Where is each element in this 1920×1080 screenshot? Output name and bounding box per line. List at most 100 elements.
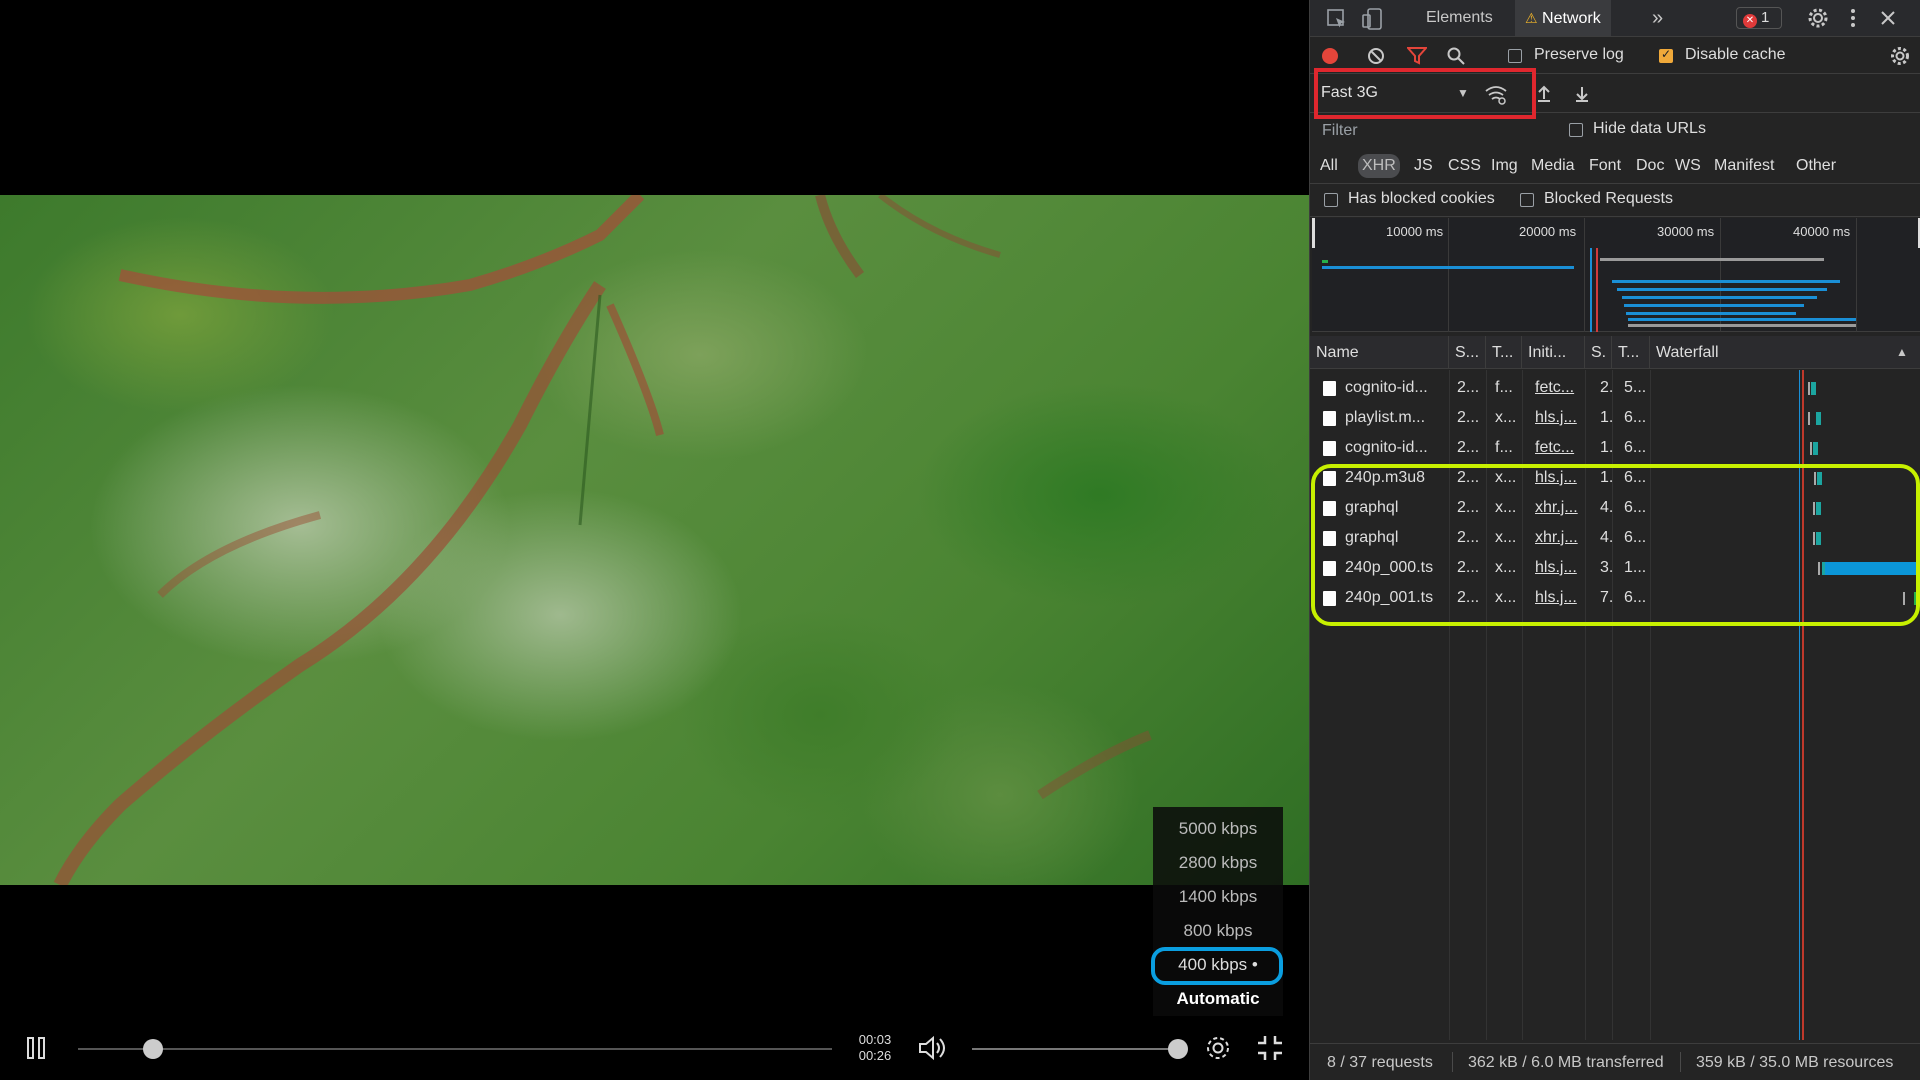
overview-bar (1617, 288, 1827, 291)
table-row[interactable]: cognito-id... 2... f... fetc... 2.. 5... (1310, 373, 1920, 403)
column-initiator[interactable]: Initi... (1522, 336, 1585, 369)
settings-button[interactable] (1203, 1033, 1233, 1063)
type-filter-js[interactable]: JS (1410, 154, 1437, 178)
volume-thumb[interactable] (1168, 1039, 1188, 1059)
transferred-size: 362 kB / 6.0 MB transferred (1468, 1054, 1664, 1071)
player-controls: 00:03 00:26 (0, 1016, 1309, 1080)
disable-cache-checkbox[interactable] (1659, 47, 1673, 63)
overview-range-handle-left[interactable] (1312, 218, 1315, 248)
hide-data-urls-label: Hide data URLs (1593, 120, 1706, 137)
overview-gridline (1856, 218, 1857, 332)
status-separator (1680, 1052, 1681, 1072)
time-current: 00:03 (858, 1032, 892, 1047)
waterfall-bar-waiting (1810, 442, 1812, 455)
error-count-badge[interactable]: ✕ 1 (1736, 7, 1782, 29)
request-size: 1.. (1600, 439, 1612, 456)
column-size[interactable]: S. (1585, 336, 1612, 369)
request-size: 1.. (1600, 409, 1612, 426)
gear-icon (1207, 1037, 1229, 1059)
request-type: x... (1495, 409, 1517, 426)
overview-load-line (1596, 248, 1598, 332)
tab-elements[interactable]: Elements (1426, 0, 1493, 36)
exit-fullscreen-button[interactable] (1255, 1033, 1285, 1063)
device-toolbar-icon[interactable] (1362, 7, 1384, 31)
quality-option-2800[interactable]: 2800 kbps (1153, 847, 1283, 879)
type-filter-doc[interactable]: Doc (1632, 154, 1668, 178)
kebab-menu-icon[interactable] (1848, 7, 1858, 29)
type-filter-all[interactable]: All (1316, 154, 1342, 178)
error-icon: ✕ (1743, 14, 1757, 28)
overview-bar (1626, 312, 1796, 315)
volume-button[interactable] (916, 1034, 948, 1062)
type-filter-css[interactable]: CSS (1444, 154, 1485, 178)
column-name[interactable]: Name (1310, 336, 1449, 369)
volume-slider[interactable] (972, 1048, 1178, 1050)
warning-icon: ⚠ (1525, 10, 1538, 26)
hide-data-urls-checkbox[interactable] (1569, 123, 1583, 137)
request-initiator[interactable]: fetc... (1535, 433, 1583, 463)
preserve-log-label: Preserve log (1534, 46, 1624, 63)
settings-gear-icon[interactable] (1807, 7, 1829, 29)
pause-button[interactable] (22, 1034, 50, 1062)
filter-icon[interactable] (1407, 47, 1427, 65)
quality-option-5000[interactable]: 5000 kbps (1153, 813, 1283, 845)
seek-thumb[interactable] (143, 1039, 164, 1059)
quality-option-1400[interactable]: 1400 kbps (1153, 881, 1283, 913)
column-type[interactable]: T... (1486, 336, 1522, 369)
table-row[interactable]: cognito-id... 2... f... fetc... 1.. 6... (1310, 433, 1920, 463)
request-initiator[interactable]: fetc... (1535, 373, 1583, 403)
overview-gridline (1448, 218, 1449, 332)
inspect-element-icon[interactable] (1326, 8, 1348, 30)
request-count: 8 / 37 requests (1327, 1054, 1433, 1071)
request-size: 2.. (1600, 379, 1612, 396)
filter-input[interactable]: Filter (1322, 120, 1552, 142)
volume-icon (919, 1035, 945, 1061)
request-name: playlist.m... (1345, 409, 1426, 426)
export-har-icon[interactable] (1574, 85, 1590, 103)
blocked-requests-label: Blocked Requests (1544, 190, 1673, 207)
search-icon[interactable] (1447, 47, 1465, 65)
overview-bar (1624, 304, 1804, 307)
record-icon[interactable] (1321, 47, 1339, 65)
import-har-icon[interactable] (1536, 85, 1552, 103)
overview-bar (1600, 258, 1824, 261)
request-initiator[interactable]: hls.j... (1535, 403, 1583, 433)
video-frame[interactable] (0, 195, 1309, 885)
type-filter-manifest[interactable]: Manifest (1710, 154, 1778, 178)
type-filter-img[interactable]: Img (1487, 154, 1522, 178)
preserve-log-checkbox[interactable] (1508, 49, 1522, 63)
type-filter-ws[interactable]: WS (1671, 154, 1705, 178)
has-blocked-cookies-checkbox[interactable] (1324, 193, 1338, 207)
request-time: 6... (1624, 439, 1647, 456)
network-settings-icon[interactable] (1890, 46, 1910, 66)
waterfall-bar (1816, 412, 1821, 425)
overview-bar (1322, 266, 1574, 269)
quality-option-automatic[interactable]: Automatic (1153, 983, 1283, 1015)
column-waterfall[interactable]: Waterfall (1650, 336, 1920, 369)
type-filter-xhr[interactable]: XHR (1358, 154, 1400, 178)
video-terrain-overlay (53, 195, 1152, 885)
blocked-requests-checkbox[interactable] (1520, 193, 1534, 207)
column-status[interactable]: S... (1449, 336, 1486, 369)
tab-network[interactable]: ⚠ Network (1515, 0, 1611, 36)
more-tabs-icon[interactable]: » (1652, 0, 1663, 36)
quality-option-800[interactable]: 800 kbps (1153, 915, 1283, 947)
request-name: cognito-id... (1345, 379, 1428, 396)
network-overview[interactable]: 10000 ms 20000 ms 30000 ms 40000 ms (1312, 218, 1920, 332)
overview-bar (1622, 296, 1817, 299)
clear-icon[interactable] (1367, 47, 1385, 65)
seek-bar[interactable] (78, 1048, 832, 1050)
requests-table-header: Name S... T... Initi... S. T... Waterfal… (1310, 336, 1920, 369)
table-row[interactable]: playlist.m... 2... x... hls.j... 1.. 6..… (1310, 403, 1920, 433)
file-icon (1323, 411, 1336, 426)
overview-domcontentloaded-line (1590, 248, 1592, 332)
type-filter-font[interactable]: Font (1585, 154, 1625, 178)
type-filter-other[interactable]: Other (1792, 154, 1840, 178)
highlight-requests (1311, 464, 1920, 626)
column-time[interactable]: T... (1612, 336, 1650, 369)
close-icon[interactable] (1879, 9, 1897, 27)
disable-cache-label: Disable cache (1685, 46, 1786, 63)
blocked-filter-row: Has blocked cookies Blocked Requests (1310, 183, 1920, 217)
video-player[interactable]: 5000 kbps 2800 kbps 1400 kbps 800 kbps 4… (0, 0, 1309, 1080)
type-filter-media[interactable]: Media (1527, 154, 1579, 178)
